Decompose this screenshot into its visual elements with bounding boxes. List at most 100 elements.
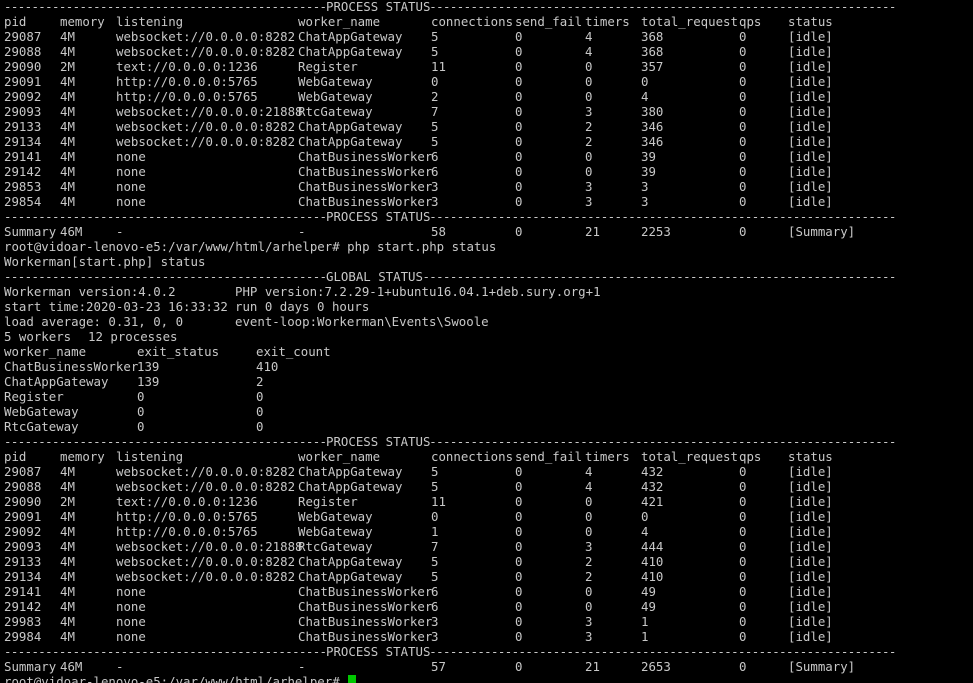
connections: 11 [431,494,446,510]
timers: 2 [585,134,593,150]
memory: 4M [60,614,75,630]
pid: 29133 [4,554,42,570]
connections: 5 [431,134,439,150]
pid: 29133 [4,119,42,135]
listening: none [116,149,146,165]
column-header-send-fail: send_fail [515,14,583,30]
timers: 4 [585,479,593,495]
send-fail: 0 [515,464,523,480]
column-header-memory: memory [60,449,105,465]
total-request: 3 [641,194,649,210]
timers: 4 [585,44,593,60]
exit-status: 0 [137,404,145,420]
send-fail: 0 [515,524,523,540]
send-fail: 0 [515,134,523,150]
worker-name: ChatBusinessWorker [298,629,433,645]
qps: 0 [739,554,747,570]
total-request: 410 [641,569,664,585]
qps: 0 [739,134,747,150]
worker-name: ChatBusinessWorker [298,164,433,180]
pid: 29984 [4,629,42,645]
send-fail: 0 [515,194,523,210]
worker-name: WebGateway [298,524,373,540]
memory: 4M [60,164,75,180]
qps: 0 [739,659,747,675]
send-fail: 0 [515,149,523,165]
listening: http://0.0.0.0:5765 [116,524,258,540]
timers: 21 [585,224,600,240]
timers: 3 [585,629,593,645]
worker-name: Register [298,494,358,510]
timers: 3 [585,104,593,120]
column-header-connections: connections [431,14,514,30]
total-request: 346 [641,119,664,135]
listening: websocket://0.0.0.0:21888 [116,539,303,555]
column-header-qps: qps [739,449,762,465]
column-header-timers: timers [585,14,630,30]
timers: 4 [585,29,593,45]
qps: 0 [739,74,747,90]
total-request: 39 [641,164,656,180]
memory: 2M [60,494,75,510]
status: [Summary] [788,224,856,240]
worker-name: ChatAppGateway [298,119,403,135]
memory: 4M [60,629,75,645]
timers: 0 [585,599,593,615]
send-fail: 0 [515,224,523,240]
pid: 29142 [4,599,42,615]
qps: 0 [739,194,747,210]
listening: websocket://0.0.0.0:8282 [116,479,296,495]
worker-name: ChatAppGateway [298,554,403,570]
status: [idle] [788,164,833,180]
total-request: 0 [641,509,649,525]
listening: none [116,179,146,195]
exit-status: 139 [137,359,160,375]
qps: 0 [739,629,747,645]
worker-name: ChatAppGateway [298,134,403,150]
status: [idle] [788,179,833,195]
pid: Summary [4,224,57,240]
connections: 0 [431,509,439,525]
qps: 0 [739,89,747,105]
send-fail: 0 [515,494,523,510]
exit-status: 0 [137,389,145,405]
send-fail: 0 [515,74,523,90]
cursor-icon [348,675,357,683]
timers: 0 [585,59,593,75]
status: [idle] [788,134,833,150]
column-header-total-request: total_request [641,449,738,465]
terminal-window[interactable]: ----------------------------------------… [0,0,973,683]
memory: 2M [60,59,75,75]
listening: http://0.0.0.0:5765 [116,89,258,105]
qps: 0 [739,149,747,165]
qps: 0 [739,479,747,495]
status: [idle] [788,554,833,570]
listening: websocket://0.0.0.0:8282 [116,44,296,60]
connections: 3 [431,614,439,630]
status: [idle] [788,539,833,555]
pid: 29092 [4,524,42,540]
status: [idle] [788,464,833,480]
connections: 2 [431,89,439,105]
total-request: 421 [641,494,664,510]
qps: 0 [739,164,747,180]
rule-title: PROCESS STATUS [326,0,431,15]
event-loop: event-loop:Workerman\Events\Swoole [235,314,489,330]
status: [idle] [788,584,833,600]
exit-count: 0 [256,419,264,435]
pid: 29141 [4,149,42,165]
send-fail: 0 [515,44,523,60]
connections: 0 [431,74,439,90]
rule-dashes: ----------------------------------------… [4,269,896,285]
total-request: 0 [641,74,649,90]
column-header-pid: pid [4,14,27,30]
listening: text://0.0.0.0:1236 [116,59,258,75]
listening: websocket://0.0.0.0:21888 [116,104,303,120]
send-fail: 0 [515,599,523,615]
timers: 0 [585,584,593,600]
connections: 7 [431,539,439,555]
php-version: PHP version:7.2.29-1+ubuntu16.04.1+deb.s… [235,284,601,300]
pid: 29093 [4,539,42,555]
pid: 29091 [4,509,42,525]
status: [idle] [788,194,833,210]
